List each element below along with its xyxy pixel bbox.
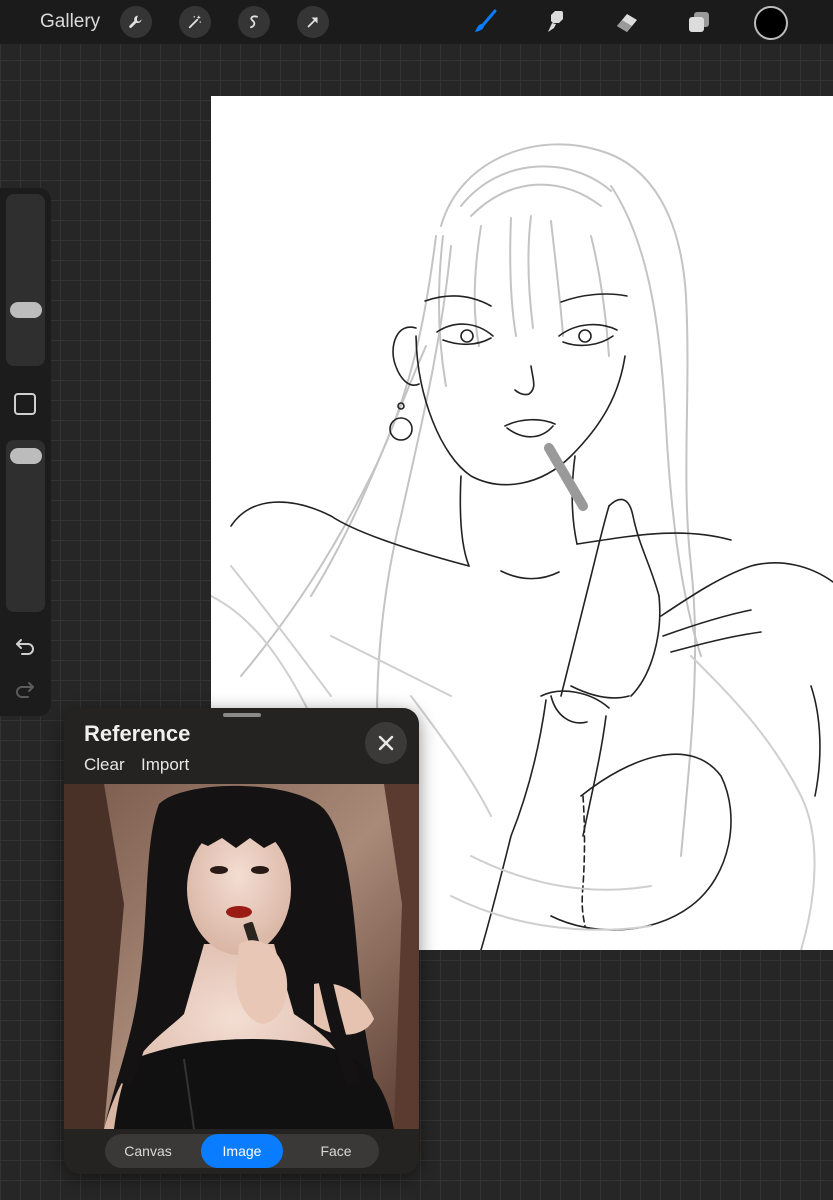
reference-mode-tabs: Canvas Image Face	[105, 1134, 379, 1168]
tab-canvas[interactable]: Canvas	[105, 1134, 191, 1168]
gallery-button[interactable]: Gallery	[40, 11, 100, 33]
reference-photo	[64, 784, 419, 1129]
smudge-icon[interactable]	[540, 6, 572, 38]
top-toolbar: Gallery	[0, 0, 833, 44]
eraser-icon[interactable]	[611, 6, 643, 38]
clear-button[interactable]: Clear	[84, 755, 125, 775]
modify-square-icon[interactable]	[14, 393, 36, 415]
close-reference-button[interactable]	[365, 722, 407, 764]
tab-face[interactable]: Face	[293, 1134, 379, 1168]
close-icon	[378, 735, 394, 751]
import-button[interactable]: Import	[141, 755, 189, 775]
color-picker-button[interactable]	[754, 6, 788, 40]
layers-icon[interactable]	[683, 6, 715, 38]
tab-image[interactable]: Image	[201, 1134, 283, 1168]
brush-size-knob[interactable]	[10, 301, 42, 318]
selection-icon[interactable]	[238, 6, 270, 38]
drag-handle[interactable]	[223, 713, 261, 717]
opacity-slider[interactable]	[6, 440, 45, 612]
brush-icon[interactable]	[469, 6, 501, 38]
brush-size-slider[interactable]	[6, 194, 45, 366]
left-sidebar	[0, 188, 51, 716]
magic-wand-icon[interactable]	[179, 6, 211, 38]
redo-icon[interactable]	[14, 678, 36, 700]
transform-arrow-icon[interactable]	[297, 6, 329, 38]
wrench-icon[interactable]	[120, 6, 152, 38]
opacity-knob[interactable]	[10, 448, 42, 465]
undo-icon[interactable]	[14, 635, 36, 657]
reference-title: Reference	[84, 721, 191, 746]
reference-panel: Reference Clear Import Canvas Image Face	[64, 708, 419, 1174]
